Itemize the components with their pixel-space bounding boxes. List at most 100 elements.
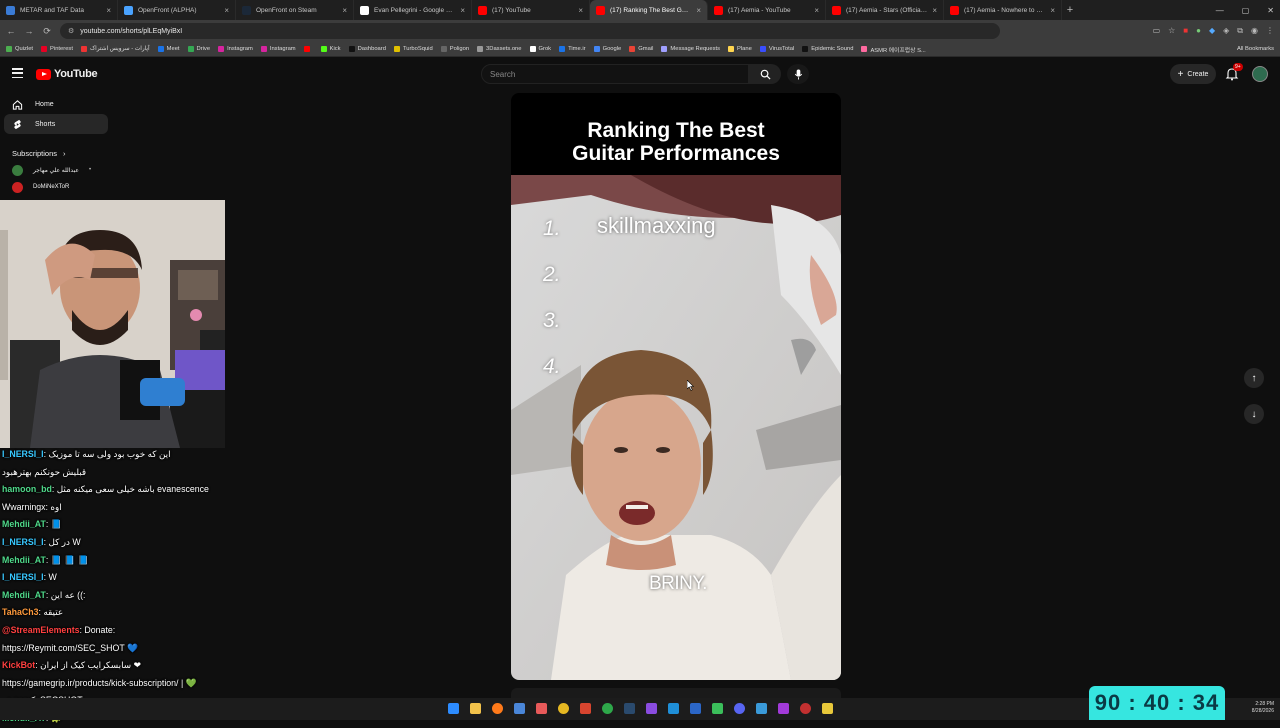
tab-close-icon[interactable]: × [460, 6, 465, 15]
all-bookmarks-button[interactable]: All Bookmarks [1237, 46, 1274, 52]
bookmark-item[interactable]: Google [593, 46, 621, 52]
bookmark-item[interactable]: Grok [529, 46, 551, 52]
forward-icon[interactable]: → [24, 26, 34, 36]
bookmark-item[interactable]: Epidemic Sound [802, 46, 853, 52]
cast-icon[interactable]: ▭ [1153, 26, 1161, 36]
app-icon[interactable] [712, 703, 723, 714]
search-app-icon[interactable] [492, 703, 503, 714]
youtube-logo[interactable]: YouTube [36, 68, 98, 80]
app-icon[interactable] [756, 703, 767, 714]
bookmark-item[interactable]: Plane [728, 46, 752, 52]
voice-search-button[interactable] [787, 64, 809, 84]
bookmark-item[interactable]: Meet [157, 46, 180, 52]
reload-icon[interactable]: ⟳ [42, 26, 52, 37]
bookmark-item[interactable]: Poligon [440, 46, 469, 52]
back-icon[interactable]: ← [6, 26, 16, 36]
search-button[interactable] [749, 64, 781, 84]
steam-icon[interactable] [624, 703, 635, 714]
app-icon[interactable] [514, 703, 525, 714]
tab-close-icon[interactable]: × [1050, 6, 1055, 15]
system-clock[interactable]: 2:28 PM 8/28/2026 [1252, 701, 1274, 715]
chat-message: Wwarningx: اوه [0, 499, 260, 517]
bookmark-item[interactable]: Instagram [260, 46, 296, 52]
app-icon[interactable] [536, 703, 547, 714]
bookmark-item[interactable]: Kick [320, 46, 341, 52]
app-icon[interactable] [778, 703, 789, 714]
bookmark-label: Time.ir [568, 46, 586, 52]
browser-tab[interactable]: METAR and TAF Data × [0, 0, 118, 20]
maximize-icon[interactable]: ▢ [1242, 6, 1250, 15]
youtube-play-icon [36, 68, 51, 80]
app-icon[interactable] [690, 703, 701, 714]
app-icon[interactable] [668, 703, 679, 714]
extension-icon[interactable]: ■ [1183, 26, 1188, 36]
tab-close-icon[interactable]: × [106, 6, 111, 15]
browser-tab[interactable]: OpenFront (ALPHA) × [118, 0, 236, 20]
browser-tab[interactable]: (17) Aemia - Stars (Official Mu × [826, 0, 944, 20]
tab-close-icon[interactable]: × [578, 6, 583, 15]
menu-dots-icon[interactable]: ⋮ [1266, 26, 1274, 36]
browser-tab[interactable]: (17) Aemia - Nowhere to Hide × [944, 0, 1062, 20]
new-tab-button[interactable]: + [1062, 4, 1078, 16]
bookmark-item[interactable]: Message Requests [661, 46, 720, 52]
next-short-preview[interactable] [511, 688, 841, 698]
subscription-item[interactable]: DoMiNeXToR [0, 180, 112, 194]
webcam-overlay [0, 200, 225, 448]
app-icon[interactable] [800, 703, 811, 714]
next-short-button[interactable]: ↓ [1244, 404, 1264, 424]
bookmark-label: Gmail [638, 46, 654, 52]
tab-close-icon[interactable]: × [224, 6, 229, 15]
menu-icon[interactable] [12, 68, 23, 78]
minimize-icon[interactable]: — [1216, 6, 1224, 15]
bookmark-item[interactable]: 3Dassets.one [477, 46, 522, 52]
bookmark-item[interactable]: Time.ir [559, 46, 586, 52]
extension-icon[interactable]: ● [1196, 26, 1201, 36]
bookmark-item[interactable]: TurboSquid [393, 46, 433, 52]
bookmark-item[interactable]: VirusTotal [759, 46, 794, 52]
previous-short-button[interactable]: ↑ [1244, 368, 1264, 388]
extension-icon[interactable]: ◈ [1223, 26, 1229, 36]
subscription-item[interactable]: عبدالله علي مهاجر • [0, 160, 112, 180]
bookmark-item[interactable]: Instagram [218, 46, 253, 52]
bookmark-item[interactable]: Quizlet [6, 46, 33, 52]
tab-close-icon[interactable]: × [814, 6, 819, 15]
account-avatar[interactable] [1252, 66, 1268, 82]
bookmark-item[interactable]: Dashboard [348, 46, 386, 52]
chrome-icon[interactable] [558, 703, 569, 714]
bookmark-star-icon[interactable]: ☆ [1168, 26, 1175, 36]
bookmark-item[interactable] [303, 46, 313, 52]
browser-tab[interactable]: (17) Ranking The Best Guita × [590, 0, 708, 20]
close-window-icon[interactable]: ✕ [1267, 6, 1274, 15]
app-icon[interactable] [646, 703, 657, 714]
app-icon[interactable] [580, 703, 591, 714]
shorts-icon [14, 119, 21, 129]
shorts-video-player[interactable]: Ranking The Best Guitar Performances 1. … [511, 93, 841, 680]
create-button[interactable]: + Create [1170, 64, 1216, 84]
browser-tab[interactable]: (17) Aemia - YouTube × [708, 0, 826, 20]
extension-icon[interactable]: ◆ [1209, 26, 1215, 36]
start-icon[interactable] [448, 703, 459, 714]
tab-close-icon[interactable]: × [932, 6, 937, 15]
browser-tab[interactable]: (17) YouTube × [472, 0, 590, 20]
sidebar-item-shorts[interactable]: Shorts [4, 114, 108, 134]
app-icon[interactable] [822, 703, 833, 714]
sidebar-item-home[interactable]: Home [4, 94, 108, 114]
app-icon[interactable] [602, 703, 613, 714]
subscriptions-header[interactable]: Subscriptions › [0, 146, 112, 160]
url-field[interactable]: ⚙ youtube.com/shorts/plLEqMyiBxI [60, 23, 1000, 39]
bookmark-item[interactable]: Drive [187, 46, 210, 52]
site-info-icon[interactable]: ⚙ [68, 27, 74, 35]
bookmark-item[interactable]: ASMR 에이프럽상 S... [861, 45, 926, 54]
tab-close-icon[interactable]: × [696, 6, 701, 15]
tab-close-icon[interactable]: × [342, 6, 347, 15]
browser-tab[interactable]: Evan Pellegrini - Google Search × [354, 0, 472, 20]
browser-tab[interactable]: OpenFront on Steam × [236, 0, 354, 20]
bookmark-item[interactable]: آپارات - سرویس اشتراک [80, 46, 150, 52]
search-input[interactable]: Search [481, 64, 749, 84]
discord-icon[interactable] [734, 703, 745, 714]
bookmark-item[interactable]: Pinterest [41, 46, 73, 52]
bookmark-item[interactable]: Gmail [629, 46, 653, 52]
file-explorer-icon[interactable] [470, 703, 481, 714]
profile-icon[interactable]: ◉ [1251, 26, 1258, 36]
extensions-puzzle-icon[interactable]: ⧉ [1237, 26, 1243, 36]
